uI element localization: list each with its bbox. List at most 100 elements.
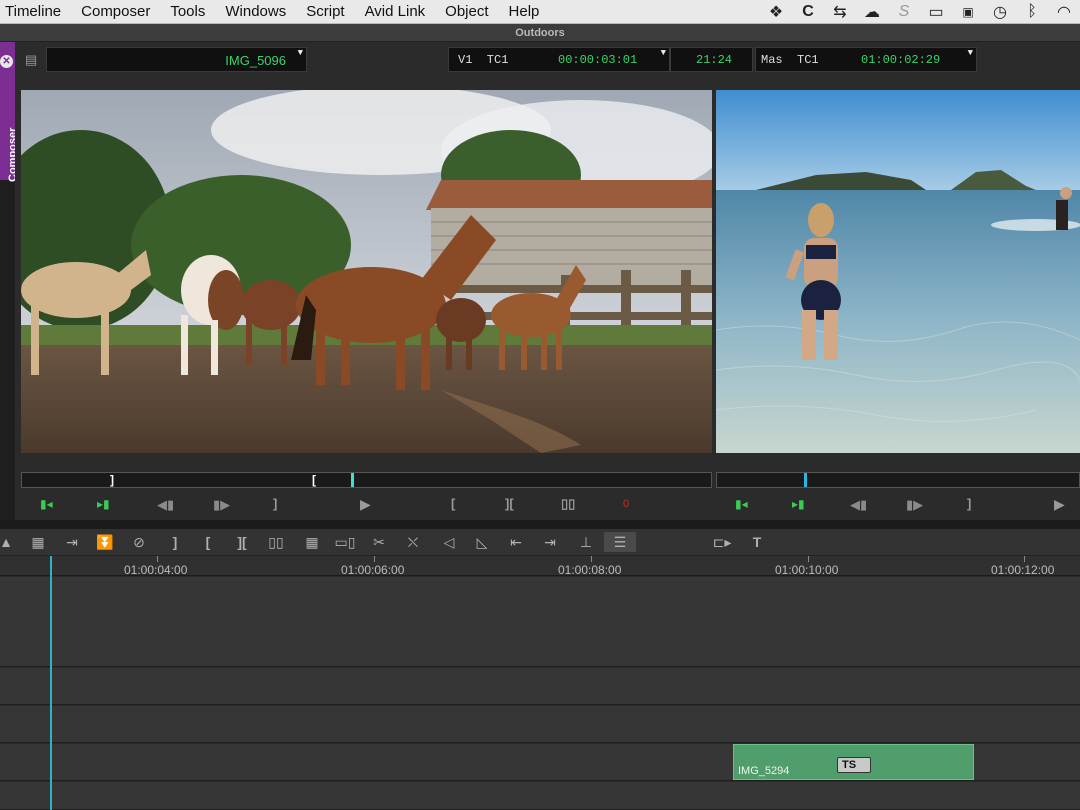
record-indicator: 0 <box>623 498 630 510</box>
ruler-mark: 01:00:04:00 <box>124 563 188 577</box>
mark-in-button[interactable]: [ <box>451 496 455 511</box>
overwrite-icon[interactable]: ⏬ <box>93 532 117 552</box>
horses-farm-image <box>21 90 712 453</box>
bluetooth-icon[interactable]: ᛒ <box>1016 3 1048 21</box>
timeline-track[interactable] <box>0 577 1080 667</box>
mas-tc-value: 01:00:02:29 <box>861 53 941 67</box>
rewind-icon[interactable]: ◀▮ <box>157 497 174 513</box>
timeline-ruler[interactable]: 01:00:04:00 01:00:06:00 01:00:08:00 01:0… <box>0 556 1080 577</box>
ruler-mark: 01:00:06:00 <box>341 563 405 577</box>
segment-mode-icon[interactable]: ▦ <box>26 532 50 552</box>
record-monitor-image[interactable] <box>716 90 1080 453</box>
play-icon[interactable]: ▶ <box>360 496 371 513</box>
record-position-bar[interactable] <box>716 472 1080 488</box>
time-machine-icon[interactable]: ◷ <box>984 2 1016 22</box>
mark-out-icon[interactable]: ] <box>163 532 187 552</box>
close-icon[interactable]: ✕ <box>0 55 13 68</box>
chevron-down-icon: ▼ <box>297 48 303 58</box>
window-title: Outdoors <box>0 24 1080 42</box>
splice-icon[interactable]: ⇥ <box>60 532 84 552</box>
menu-windows[interactable]: Windows <box>215 0 296 24</box>
cut-icon[interactable]: ✂ <box>367 532 391 552</box>
composer-tab[interactable]: ✕ Composer <box>0 42 19 182</box>
source-record-icon[interactable]: ⊏▸ <box>710 532 734 552</box>
match-frame-icon[interactable]: ▭▯ <box>333 532 357 552</box>
mark-clip-icon[interactable]: ][ <box>230 532 254 552</box>
play-icon[interactable]: ▶ <box>1054 496 1065 513</box>
rewind-icon[interactable]: ◀▮ <box>850 497 867 513</box>
overwrite-down-icon[interactable]: ⊥ <box>574 532 598 552</box>
chevron-down-icon: ▼ <box>967 48 973 58</box>
v1-tc-value: 00:00:03:01 <box>558 53 638 67</box>
menu-tools[interactable]: Tools <box>160 0 215 24</box>
lift-icon[interactable]: ⛌ <box>401 532 425 552</box>
record-position-indicator[interactable] <box>804 473 807 487</box>
mark-out-button[interactable]: ] <box>273 496 277 511</box>
mark-in-icon[interactable]: [ <box>196 532 220 552</box>
source-clip-menu[interactable]: IMG_5096 ▼ <box>46 47 307 72</box>
record-timecode-display[interactable]: Mas TC1 01:00:02:29 ▼ <box>755 47 977 72</box>
add-edit-icon[interactable]: ◁ <box>437 532 461 552</box>
source-timecode-display[interactable]: V1 TC1 00:00:03:01 ▼ <box>448 47 670 72</box>
menu-bar: Timeline Composer Tools Windows Script A… <box>0 0 1080 24</box>
clear-icon[interactable]: ⊘ <box>127 532 151 552</box>
calendar-icon[interactable]: ▣ <box>952 5 984 19</box>
mark-out-indicator: ] <box>110 473 114 487</box>
creative-cloud-icon[interactable]: ☁ <box>856 2 888 22</box>
step-back-icon[interactable]: ▮◂ <box>40 497 53 511</box>
step-forward-icon[interactable]: ▸▮ <box>792 497 805 511</box>
timeline-track[interactable] <box>0 782 1080 810</box>
s-icon[interactable]: S <box>888 3 920 21</box>
source-monitor-image[interactable] <box>21 90 712 453</box>
facetime-icon[interactable]: ▭ <box>920 2 952 22</box>
timeline-track[interactable] <box>0 668 1080 705</box>
step-back-icon[interactable]: ▮◂ <box>735 497 748 511</box>
timeline-clip[interactable]: IMG_5294 TS <box>733 744 974 780</box>
ruler-mark: 01:00:10:00 <box>775 563 839 577</box>
wifi-icon[interactable]: ◠ <box>1048 2 1080 22</box>
source-clip-name: IMG_5096 <box>225 53 286 68</box>
panel-divider[interactable] <box>0 520 1080 529</box>
collapse-icon[interactable]: ☰ <box>604 532 636 552</box>
menu-object[interactable]: Object <box>435 0 498 24</box>
clear-marks-button[interactable]: ▯▯ <box>561 496 575 512</box>
fast-forward-icon[interactable]: ▮▶ <box>906 497 923 513</box>
step-forward-icon[interactable]: ▸▮ <box>97 497 110 511</box>
grid-icon[interactable]: ▦ <box>300 532 324 552</box>
ruler-mark: 01:00:12:00 <box>991 563 1055 577</box>
timeline-track[interactable] <box>0 706 1080 743</box>
arrow-up-icon[interactable]: ▲ <box>0 532 18 552</box>
timeline-playhead[interactable] <box>50 556 52 810</box>
menu-timeline[interactable]: Timeline <box>0 0 71 24</box>
menu-script[interactable]: Script <box>296 0 354 24</box>
v1-tc-label: V1 TC1 <box>458 53 509 67</box>
beach-water-image <box>716 90 1080 453</box>
c-icon[interactable]: C <box>792 3 824 21</box>
menu-help[interactable]: Help <box>499 0 550 24</box>
mas-tc-label: Mas TC1 <box>761 53 819 67</box>
trim-icon[interactable]: ◺ <box>470 532 494 552</box>
timeline-toolbar: ▲ ▦ ⇥ ⏬ ⊘ ] [ ][ ▯▯ ▦ ▭▯ ✂ ⛌ ◁ ◺ ⇤ ⇥ ⊥ ☰… <box>0 529 1080 556</box>
duration-display[interactable]: 21:24 <box>670 47 753 72</box>
clip-badge: TS <box>837 757 871 773</box>
source-position-bar[interactable]: ] [ <box>21 472 712 488</box>
dropbox-icon[interactable]: ❖ <box>760 2 792 22</box>
title-icon[interactable]: T <box>745 532 769 552</box>
mark-in-indicator: [ <box>312 473 316 487</box>
mark-out-button[interactable]: ] <box>967 496 971 511</box>
duration-value: 21:24 <box>696 53 733 67</box>
clip-name-menu-icon[interactable]: ▤ <box>25 52 37 68</box>
clear-marks-icon[interactable]: ▯▯ <box>264 532 288 552</box>
source-position-indicator[interactable] <box>351 473 354 487</box>
status-tray: ❖ C ⇆ ☁ S ▭ ▣ ◷ ᛒ ◠ <box>760 0 1080 24</box>
menu-composer[interactable]: Composer <box>71 0 160 24</box>
clip-name: IMG_5294 <box>738 765 790 777</box>
mark-clip-button[interactable]: ][ <box>505 496 514 511</box>
lift-up-icon[interactable]: ⇥ <box>538 532 562 552</box>
ruler-mark: 01:00:08:00 <box>558 563 622 577</box>
extract-icon[interactable]: ⇤ <box>504 532 528 552</box>
chevron-down-icon: ▼ <box>660 48 666 58</box>
control-icon[interactable]: ⇆ <box>824 2 856 22</box>
fast-forward-icon[interactable]: ▮▶ <box>213 497 230 513</box>
menu-avid-link[interactable]: Avid Link <box>355 0 436 24</box>
